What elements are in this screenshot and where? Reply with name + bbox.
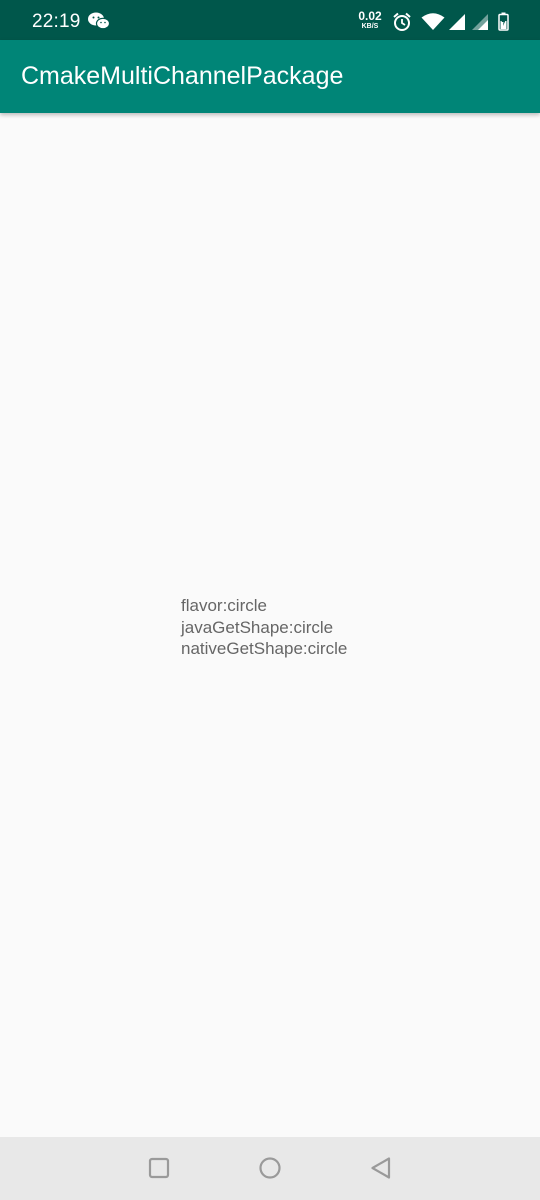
home-button[interactable]	[257, 1155, 283, 1181]
alarm-icon	[393, 12, 411, 31]
network-speed-unit: KB/S	[361, 23, 379, 30]
signal-icon-2	[472, 14, 488, 30]
signal-icon	[449, 14, 465, 30]
app-title: CmakeMultiChannelPackage	[21, 62, 344, 90]
battery-icon	[498, 12, 509, 31]
wechat-icon	[88, 12, 110, 30]
status-bar: 22:19 0.02 KB/S	[0, 0, 540, 40]
shape-info-text: flavor:circle javaGetShape:circle native…	[181, 595, 347, 660]
screen: 22:19 0.02 KB/S CmakeMultiChannelPackage…	[0, 0, 540, 1200]
java-get-shape-text: javaGetShape:circle	[181, 617, 334, 637]
main-content: flavor:circle javaGetShape:circle native…	[0, 113, 540, 1137]
back-button[interactable]	[368, 1155, 394, 1181]
recents-button[interactable]	[146, 1155, 172, 1181]
flavor-text: flavor:circle	[181, 596, 267, 615]
native-get-shape-text: nativeGetShape:circle	[181, 639, 348, 658]
app-bar: CmakeMultiChannelPackage	[0, 40, 540, 113]
status-time: 22:19	[32, 11, 81, 32]
navigation-bar	[0, 1137, 540, 1200]
network-speed-value: 0.02	[358, 9, 382, 23]
network-speed: 0.02 KB/S	[356, 10, 384, 30]
wifi-icon	[421, 13, 445, 30]
